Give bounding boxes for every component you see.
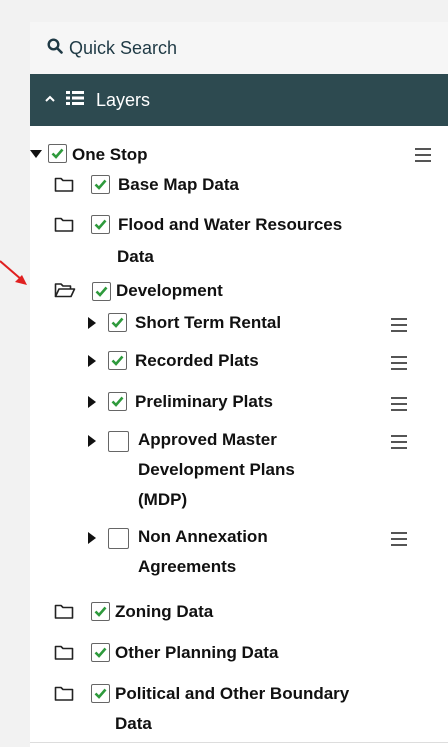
tree-label-non-annexation-line2: Agreements [138, 557, 237, 576]
panel-top-bar [30, 0, 448, 22]
tree-label-political-line2: Data [115, 714, 152, 733]
tree-label-development: Development [116, 281, 223, 300]
menu-icon-recorded-plats[interactable] [391, 356, 407, 375]
tree-label-preliminary-plats: Preliminary Plats [135, 392, 273, 411]
panel-bottom-divider [30, 742, 448, 743]
tree-item-flood-water: Flood and Water Resources Data [54, 212, 342, 270]
tree-item-non-annexation: Non Annexation Agreements [88, 524, 268, 580]
tree-item-approved-mdp: Approved Master Development Plans (MDP) [88, 427, 295, 513]
checkbox-development[interactable] [92, 282, 111, 301]
folder-open-icon[interactable] [54, 281, 76, 304]
folder-icon[interactable] [54, 215, 74, 238]
tree-item-political-boundary: Political and Other Boundary Data [54, 681, 349, 737]
checkbox-non-annexation[interactable] [108, 528, 129, 549]
menu-icon-non-annexation[interactable] [391, 532, 407, 551]
tree-item-short-term-rental: Short Term Rental [88, 310, 281, 336]
checkbox-other-planning-data[interactable] [91, 643, 110, 662]
tree-item-base-map-data: Base Map Data [54, 172, 239, 198]
layers-header[interactable]: Layers [30, 74, 448, 126]
menu-icon-short-term-rental[interactable] [391, 318, 407, 337]
tree-label-recorded-plats: Recorded Plats [135, 351, 259, 370]
tree-label-political-line1: Political and Other Boundary [115, 684, 350, 703]
tree-label-base-map-data: Base Map Data [118, 175, 239, 194]
checkbox-short-term-rental[interactable] [108, 313, 127, 332]
checkbox-base-map-data[interactable] [91, 175, 110, 194]
tree-item-preliminary-plats: Preliminary Plats [88, 389, 273, 415]
checkbox-recorded-plats[interactable] [108, 351, 127, 370]
folder-icon[interactable] [54, 602, 74, 625]
checkbox-flood-water[interactable] [91, 215, 110, 234]
chevron-up-icon [44, 91, 56, 109]
tree-label-approved-mdp-line1: Approved Master [138, 430, 277, 449]
folder-icon[interactable] [54, 684, 74, 707]
caret-right-icon[interactable] [88, 434, 96, 452]
checkbox-preliminary-plats[interactable] [108, 392, 127, 411]
folder-icon[interactable] [54, 643, 74, 666]
checkbox-one-stop[interactable] [48, 144, 67, 163]
tree-label-approved-mdp-line3: (MDP) [138, 490, 188, 509]
layers-title: Layers [96, 89, 151, 110]
folder-icon[interactable] [54, 175, 74, 198]
list-icon [66, 90, 84, 110]
tree-item-one-stop: One Stop [30, 142, 148, 168]
caret-right-icon[interactable] [88, 531, 96, 549]
tree-label-flood-line2: Data [117, 247, 154, 266]
caret-down-icon[interactable] [30, 146, 42, 164]
tree-label-zoning-data: Zoning Data [115, 602, 214, 621]
menu-icon-preliminary-plats[interactable] [391, 397, 407, 416]
caret-right-icon[interactable] [88, 354, 96, 372]
quick-search-label: Quick Search [69, 37, 178, 58]
tree-item-zoning-data: Zoning Data [54, 599, 213, 625]
search-icon [47, 37, 63, 59]
tree-item-development: Development [54, 278, 223, 304]
tree-label-short-term-rental: Short Term Rental [135, 313, 282, 332]
checkbox-approved-mdp[interactable] [108, 431, 129, 452]
menu-icon-approved-mdp[interactable] [391, 435, 407, 454]
quick-search-button[interactable]: Quick Search [30, 22, 448, 74]
tree-label-other-planning-data: Other Planning Data [115, 643, 279, 662]
checkbox-political-boundary[interactable] [91, 684, 110, 703]
tree-item-recorded-plats: Recorded Plats [88, 348, 259, 374]
tree-label-approved-mdp-line2: Development Plans [138, 460, 295, 479]
tree-label-non-annexation-line1: Non Annexation [138, 527, 268, 546]
tree-label-one-stop: One Stop [72, 145, 148, 164]
caret-right-icon[interactable] [88, 316, 96, 334]
caret-right-icon[interactable] [88, 395, 96, 413]
tree-item-other-planning-data: Other Planning Data [54, 640, 278, 666]
annotation-arrow-icon [0, 255, 30, 296]
checkbox-zoning-data[interactable] [91, 602, 110, 621]
tree-label-flood-line1: Flood and Water Resources [118, 215, 343, 234]
menu-icon-one-stop[interactable] [415, 148, 431, 167]
